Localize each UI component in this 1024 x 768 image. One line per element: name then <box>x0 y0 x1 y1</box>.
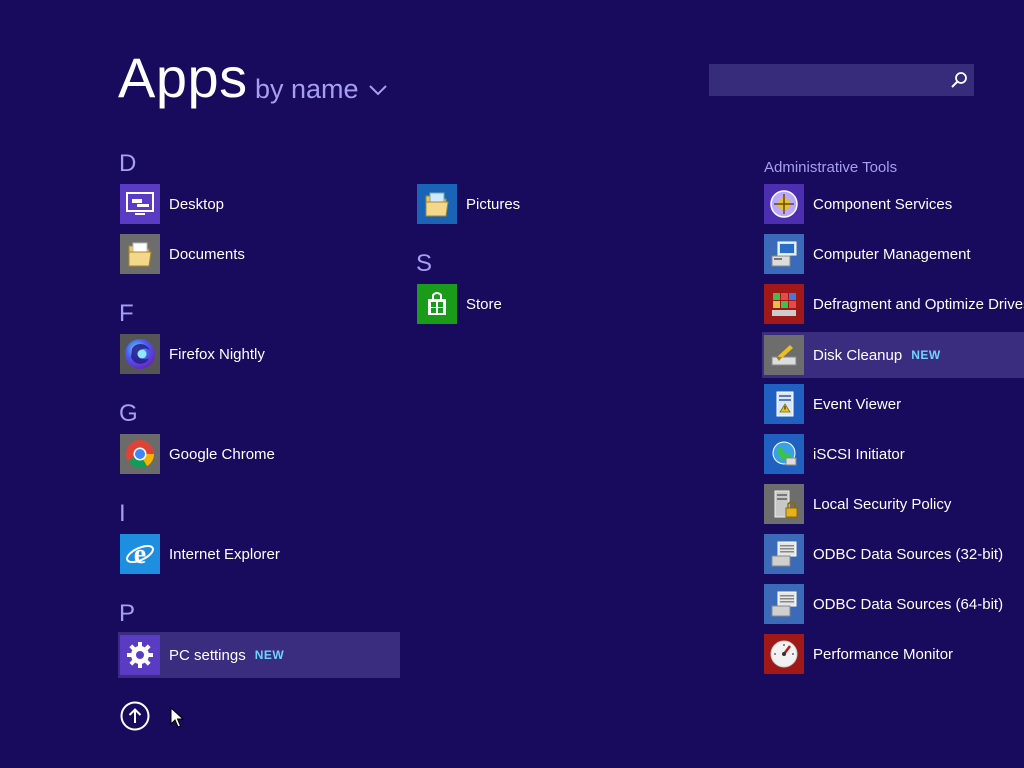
defragment-icon <box>764 284 804 324</box>
app-label: Firefox Nightly <box>169 345 265 363</box>
sort-label: by name <box>255 74 359 104</box>
event-viewer-icon <box>764 384 804 424</box>
app-label: Internet Explorer <box>169 545 280 563</box>
app-tile-component-services[interactable]: Component Services <box>762 181 1024 227</box>
new-badge: NEW <box>254 648 285 662</box>
internet-explorer-icon: e <box>120 534 160 574</box>
app-tile-pc-settings[interactable]: PC settings NEW <box>118 632 400 678</box>
app-label: iSCSI Initiator <box>813 445 905 463</box>
desktop-icon <box>120 184 160 224</box>
app-tile-google-chrome[interactable]: Google Chrome <box>118 431 400 477</box>
app-label: Defragment and Optimize Drives <box>813 295 1024 313</box>
app-tile-iscsi-initiator[interactable]: iSCSI Initiator <box>762 431 1024 477</box>
computer-management-icon <box>764 234 804 274</box>
component-services-icon <box>764 184 804 224</box>
store-icon <box>417 284 457 324</box>
section-letter-p[interactable]: P <box>119 602 135 626</box>
app-tile-performance-monitor[interactable]: Performance Monitor <box>762 631 1024 677</box>
app-tile-odbc-64[interactable]: ODBC Data Sources (64-bit) <box>762 581 1024 627</box>
svg-text:e: e <box>134 539 146 570</box>
app-label: PC settings <box>169 646 246 664</box>
documents-folder-icon <box>120 234 160 274</box>
app-tile-store[interactable]: Store <box>415 281 697 327</box>
new-badge: NEW <box>911 348 941 362</box>
app-label: Disk Cleanup <box>813 346 903 364</box>
section-letter-i[interactable]: I <box>119 502 126 526</box>
app-tile-disk-cleanup[interactable]: Disk Cleanup NEW <box>762 332 1024 378</box>
app-label: Component Services <box>813 195 953 213</box>
app-tile-pictures[interactable]: Pictures <box>415 181 697 227</box>
arrow-up-circle-icon[interactable] <box>120 701 150 731</box>
app-label: Store <box>466 295 502 313</box>
app-tile-defragment[interactable]: Defragment and Optimize Drives <box>762 281 1024 327</box>
app-label: Desktop <box>169 195 225 213</box>
pictures-folder-icon <box>417 184 457 224</box>
app-tile-local-security-policy[interactable]: Local Security Policy <box>762 481 1024 527</box>
app-label: Local Security Policy <box>813 495 952 513</box>
firefox-nightly-icon <box>120 334 160 374</box>
app-tile-computer-management[interactable]: Computer Management <box>762 231 1024 277</box>
odbc-icon <box>764 534 804 574</box>
page-title: Apps <box>118 46 248 109</box>
search-input[interactable] <box>709 64 974 96</box>
disk-cleanup-icon <box>764 335 804 375</box>
section-letter-g[interactable]: G <box>119 402 138 426</box>
section-letter-d[interactable]: D <box>119 152 136 176</box>
chrome-icon <box>120 434 160 474</box>
app-label: Pictures <box>466 195 521 213</box>
gear-icon <box>120 635 160 675</box>
app-label: Google Chrome <box>169 445 275 463</box>
app-label: Event Viewer <box>813 395 902 413</box>
performance-monitor-icon <box>764 634 804 674</box>
app-tile-odbc-32[interactable]: ODBC Data Sources (32-bit) <box>762 531 1024 577</box>
app-tile-event-viewer[interactable]: Event Viewer <box>762 381 1024 427</box>
search-icon[interactable] <box>950 71 968 89</box>
apps-view: Apps by name D Desktop Documents F Firef… <box>0 0 1024 768</box>
sort-by-dropdown[interactable]: by name <box>255 76 387 103</box>
app-label: ODBC Data Sources (32-bit) <box>813 545 1004 563</box>
app-tile-firefox-nightly[interactable]: Firefox Nightly <box>118 331 400 377</box>
app-label: ODBC Data Sources (64-bit) <box>813 595 1004 613</box>
mouse-pointer-icon <box>170 707 184 728</box>
iscsi-initiator-icon <box>764 434 804 474</box>
app-label: Performance Monitor <box>813 645 954 663</box>
chevron-down-icon <box>368 84 387 95</box>
group-header-administrative-tools[interactable]: Administrative Tools <box>764 160 897 175</box>
app-tile-documents[interactable]: Documents <box>118 231 400 277</box>
app-label: Computer Management <box>813 245 971 263</box>
odbc-icon <box>764 584 804 624</box>
app-tile-desktop[interactable]: Desktop <box>118 181 400 227</box>
app-tile-internet-explorer[interactable]: e Internet Explorer <box>118 531 400 577</box>
app-label: Documents <box>169 245 245 263</box>
section-letter-f[interactable]: F <box>119 302 134 326</box>
local-security-policy-icon <box>764 484 804 524</box>
section-letter-s[interactable]: S <box>416 252 432 276</box>
